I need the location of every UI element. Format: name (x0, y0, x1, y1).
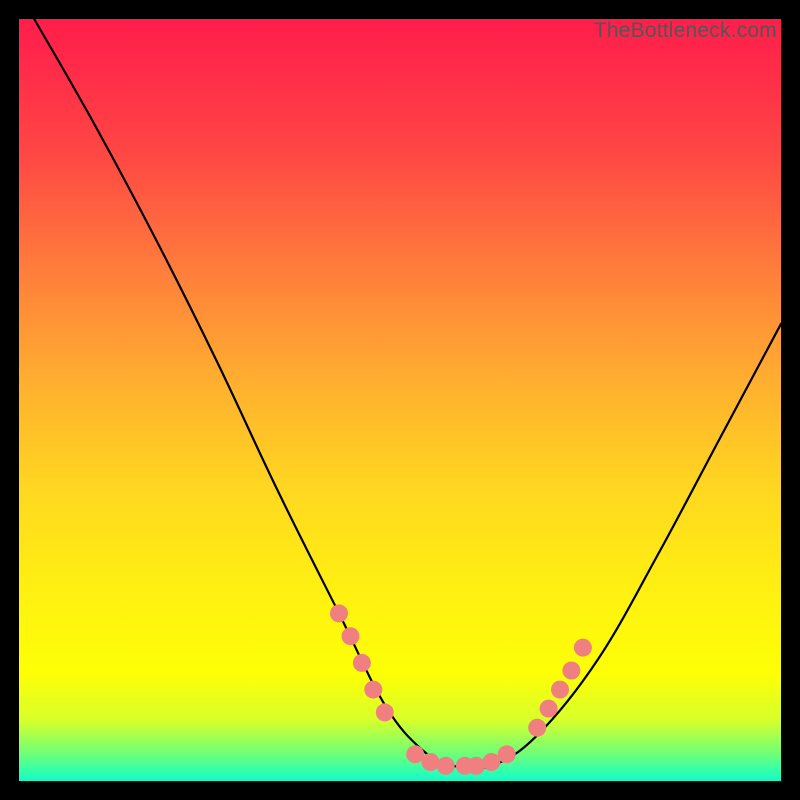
bottleneck-curve (34, 19, 781, 769)
curve-marker (498, 745, 516, 763)
curve-marker (562, 662, 580, 680)
chart-svg (19, 19, 781, 781)
curve-marker (353, 654, 371, 672)
curve-marker (342, 627, 360, 645)
curve-marker (540, 700, 558, 718)
curve-marker (406, 745, 424, 763)
curve-marker (467, 757, 485, 775)
curve-marker (528, 719, 546, 737)
watermark: TheBottleneck.com (594, 19, 777, 43)
curve-marker (482, 753, 500, 771)
curve-markers (330, 604, 592, 774)
curve-marker (551, 681, 569, 699)
curve-marker (330, 604, 348, 622)
curve-marker (364, 681, 382, 699)
curve-marker (574, 639, 592, 657)
curve-marker (437, 757, 455, 775)
chart-frame: TheBottleneck.com (19, 19, 781, 781)
curve-marker (376, 703, 394, 721)
curve-marker (422, 753, 440, 771)
